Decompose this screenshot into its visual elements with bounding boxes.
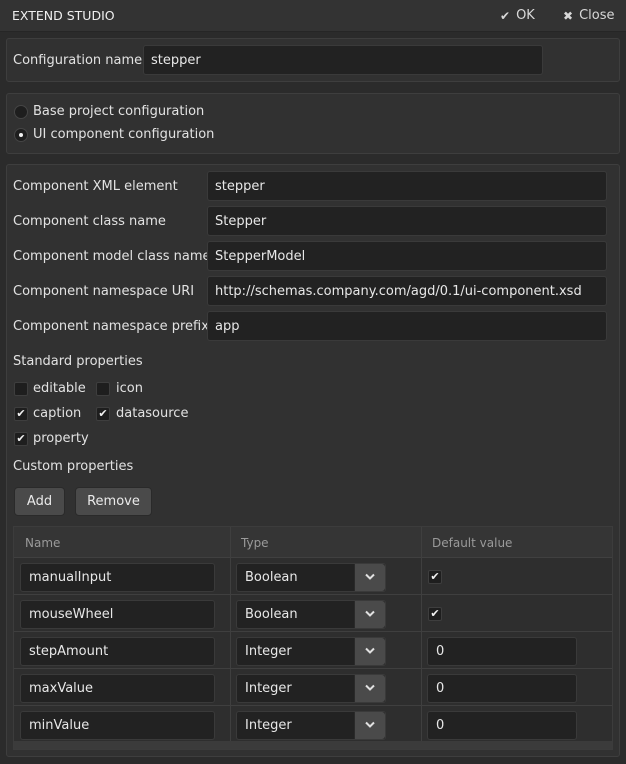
property-type-select[interactable]: Integer (236, 637, 386, 666)
datasource-label: datasource (116, 406, 189, 421)
default-value-input[interactable]: 0 (427, 711, 577, 740)
property-name-input[interactable]: maxValue (20, 674, 215, 703)
table-row: mouseWheel Boolean ✔ (14, 595, 612, 632)
standard-properties-heading: Standard properties (13, 354, 143, 369)
model-class-input[interactable]: StepperModel (207, 241, 607, 271)
default-value-input[interactable]: 0 (427, 674, 577, 703)
property-name-input[interactable]: stepAmount (20, 637, 215, 666)
editable-label: editable (33, 381, 86, 396)
config-name-input[interactable]: stepper (143, 45, 543, 75)
type-value: Integer (245, 718, 292, 733)
column-divider (230, 527, 231, 749)
default-value-checkbox[interactable]: ✔ (428, 607, 442, 621)
chevron-down-icon[interactable] (354, 564, 385, 591)
table-row: stepAmount Integer 0 (14, 632, 612, 669)
namespace-prefix-label: Component namespace prefix (13, 319, 209, 334)
title-bar: EXTEND STUDIO ✔ OK ✖ Close (0, 0, 626, 32)
property-name-input[interactable]: mouseWheel (20, 600, 215, 629)
chevron-down-icon[interactable] (354, 712, 385, 739)
caption-checkbox[interactable]: ✔ (14, 407, 28, 421)
type-value: Boolean (245, 570, 298, 585)
config-name-label: Configuration name (13, 53, 143, 68)
property-name-input[interactable]: manualInput (20, 563, 215, 592)
custom-properties-heading: Custom properties (13, 459, 134, 474)
property-label: property (33, 431, 89, 446)
class-name-label: Component class name (13, 214, 166, 229)
ok-label: OK (516, 8, 535, 23)
column-divider (421, 527, 422, 749)
icon-checkbox[interactable] (96, 382, 110, 396)
xml-element-input[interactable]: stepper (207, 171, 607, 201)
icon-label: icon (116, 381, 143, 396)
property-type-select[interactable]: Boolean (236, 600, 386, 629)
ui-config-radio[interactable] (14, 128, 28, 142)
column-header-type: Type (241, 536, 269, 550)
default-value-checkbox[interactable]: ✔ (428, 570, 442, 584)
namespace-prefix-input[interactable]: app (207, 311, 607, 341)
add-button[interactable]: Add (14, 487, 65, 516)
caption-label: caption (33, 406, 82, 421)
window-title: EXTEND STUDIO (12, 8, 115, 23)
close-button[interactable]: ✖ Close (563, 8, 614, 23)
namespace-uri-input[interactable]: http://schemas.company.com/agd/0.1/ui-co… (207, 276, 607, 306)
close-label: Close (579, 8, 615, 23)
property-name-input[interactable]: minValue (20, 711, 215, 740)
table-row: maxValue Integer 0 (14, 669, 612, 706)
type-value: Boolean (245, 607, 298, 622)
datasource-checkbox[interactable]: ✔ (96, 407, 110, 421)
chevron-down-icon[interactable] (354, 638, 385, 665)
base-config-label: Base project configuration (33, 104, 205, 119)
property-type-select[interactable]: Integer (236, 711, 386, 740)
property-type-select[interactable]: Boolean (236, 563, 386, 592)
horizontal-scrollbar[interactable] (14, 741, 612, 749)
chevron-down-icon[interactable] (354, 675, 385, 702)
column-header-default: Default value (432, 536, 513, 550)
table-header: Name Type Default value (14, 527, 612, 558)
chevron-down-icon[interactable] (354, 601, 385, 628)
xml-element-label: Component XML element (13, 179, 178, 194)
namespace-uri-label: Component namespace URI (13, 284, 195, 299)
remove-button[interactable]: Remove (75, 487, 152, 516)
default-value-input[interactable]: 0 (427, 637, 577, 666)
ui-config-label: UI component configuration (33, 127, 215, 142)
table-row: minValue Integer 0 (14, 706, 612, 743)
column-header-name: Name (25, 536, 61, 550)
model-class-label: Component model class name (13, 249, 211, 264)
table-row: manualInput Boolean ✔ (14, 558, 612, 595)
close-icon: ✖ (563, 8, 574, 23)
class-name-input[interactable]: Stepper (207, 206, 607, 236)
property-type-select[interactable]: Integer (236, 674, 386, 703)
type-value: Integer (245, 681, 292, 696)
config-name-panel: Configuration name stepper (6, 38, 620, 82)
property-checkbox[interactable]: ✔ (14, 432, 28, 446)
base-config-radio[interactable] (14, 105, 28, 119)
check-icon: ✔ (500, 8, 511, 23)
editable-checkbox[interactable] (14, 382, 28, 396)
type-value: Integer (245, 644, 292, 659)
config-mode-panel: Base project configuration UI component … (6, 93, 620, 154)
custom-properties-table: Name Type Default value manualInput Bool… (13, 526, 613, 750)
ok-button[interactable]: ✔ OK (500, 8, 535, 23)
